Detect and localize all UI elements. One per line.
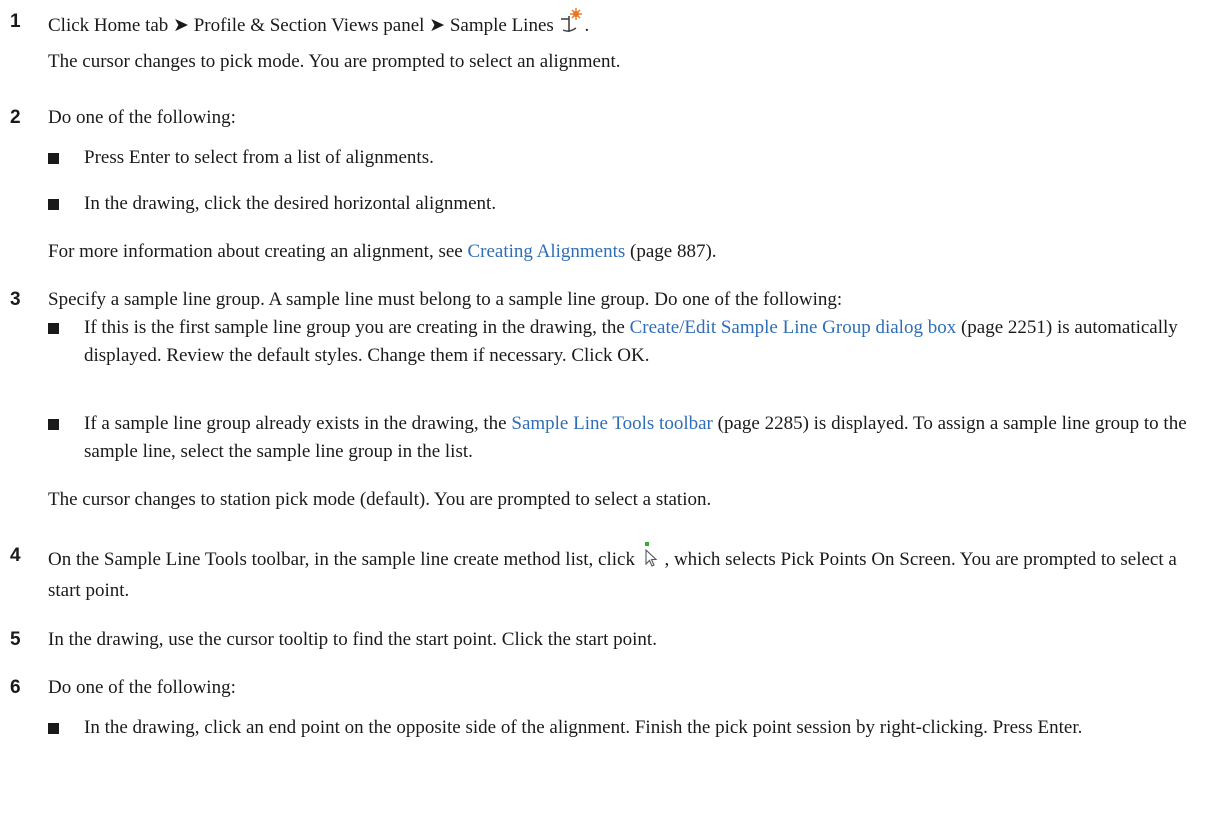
- step-5-text: In the drawing, use the cursor tooltip t…: [48, 629, 657, 650]
- step-1-period: .: [584, 15, 590, 36]
- step-number: 5: [10, 629, 21, 650]
- bullet-square-icon: [48, 419, 59, 430]
- sample-line-tools-toolbar-link[interactable]: Sample Line Tools toolbar: [511, 413, 713, 434]
- step-4-text: On the Sample Line Tools toolbar, in the…: [48, 542, 1194, 605]
- step-number: 2: [10, 107, 21, 128]
- bullet-square-icon: [48, 153, 59, 164]
- step-2-text: Do one of the following:: [48, 107, 236, 128]
- sample-lines-icon: [559, 8, 585, 43]
- creating-alignments-link[interactable]: Creating Alignments: [467, 241, 625, 262]
- pick-points-cursor-icon: [640, 542, 660, 577]
- bullet-square-icon: [48, 323, 59, 334]
- step-2-note: For more information about creating an a…: [48, 241, 717, 262]
- step-number: 1: [10, 11, 21, 32]
- bullet-square-icon: [48, 723, 59, 734]
- step-6-text: Do one of the following:: [48, 677, 236, 698]
- step-number: 3: [10, 289, 21, 310]
- create-edit-sample-line-group-link[interactable]: Create/Edit Sample Line Group dialog box: [630, 317, 957, 338]
- step-1-instruction: Click Home tab ➤ Profile & Section Views…: [48, 15, 554, 36]
- step-number: 4: [10, 545, 21, 566]
- step-1-result: The cursor changes to pick mode. You are…: [48, 51, 621, 72]
- step-3-text: Specify a sample line group. A sample li…: [48, 289, 843, 310]
- bullet-square-icon: [48, 199, 59, 210]
- step-number: 6: [10, 677, 21, 698]
- step-1-text: Click Home tab ➤ Profile & Section Views…: [48, 8, 1194, 43]
- step-3-result: The cursor changes to station pick mode …: [48, 489, 712, 510]
